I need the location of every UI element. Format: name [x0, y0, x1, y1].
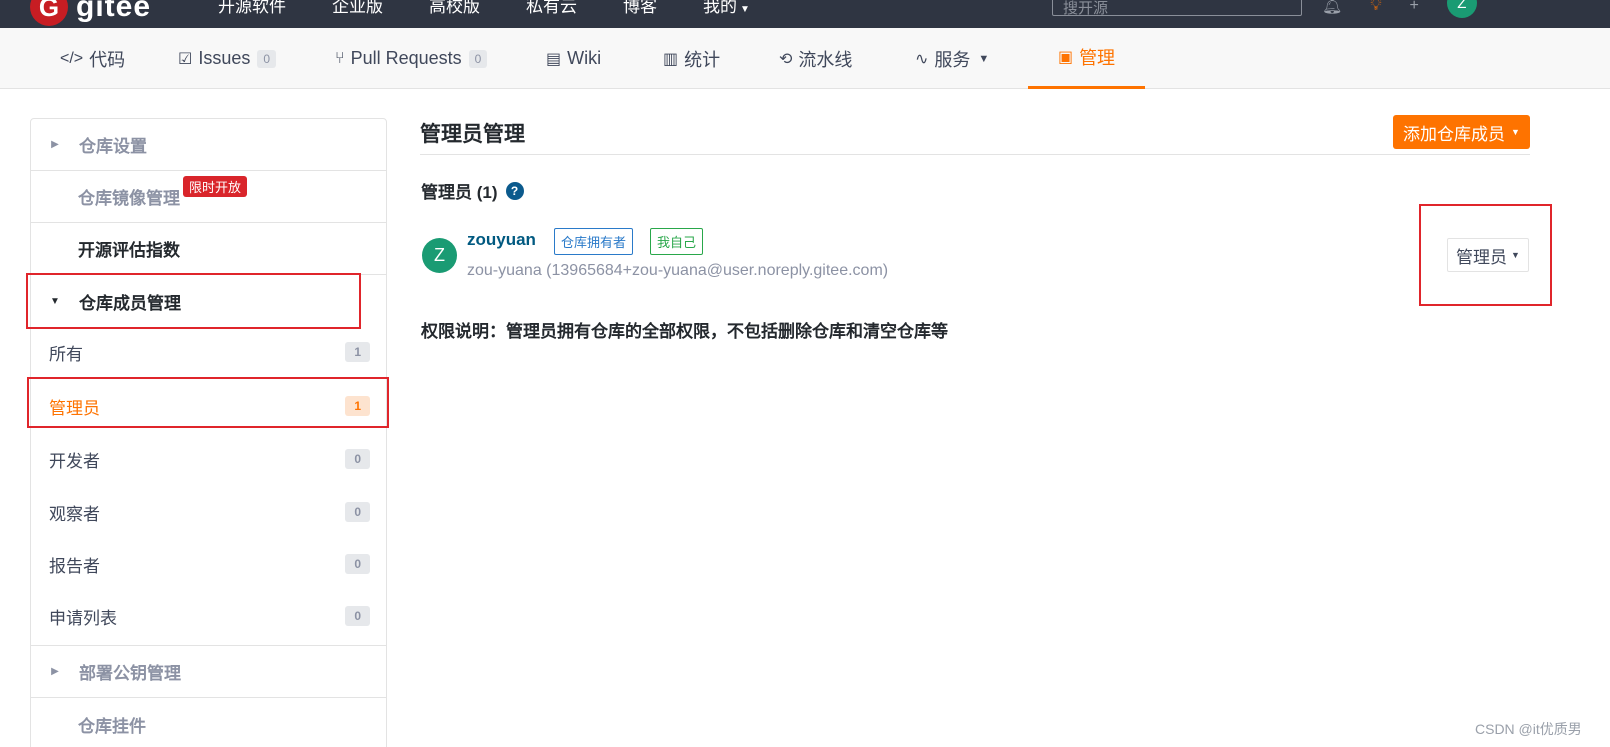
- sidebar-item-label: 开源评估指数: [78, 241, 180, 260]
- sidebar-item-reporter[interactable]: 报告者 0: [31, 537, 386, 591]
- manage-icon: ▣: [1057, 49, 1074, 66]
- page-title: 管理员管理: [420, 123, 525, 146]
- wiki-icon: ▤: [546, 50, 562, 68]
- caret-down-icon: ▼: [50, 295, 60, 307]
- permission-note: 权限说明：管理员拥有仓库的全部权限，不包括删除仓库和清空仓库等: [421, 322, 948, 341]
- tab-pipeline-label: 流水线: [798, 49, 853, 70]
- sidebar-item-label: 管理员: [49, 398, 100, 418]
- sidebar-item-label: 报告者: [49, 556, 100, 576]
- sidebar-item-widgets[interactable]: 仓库挂件: [31, 698, 386, 747]
- issues-icon: ☑: [178, 50, 193, 68]
- sidebar-group-label: 部署公钥管理: [79, 664, 181, 683]
- gitee-logo-text: gitee: [76, 0, 152, 23]
- top-navbar: G gitee 开源软件 企业版 高校版 私有云 博客 我的 ▼ 搜开源 🔔︎ 💡…: [0, 0, 1610, 28]
- tab-pull-requests-count: 0: [468, 49, 488, 68]
- tab-code-label: 代码: [89, 49, 126, 70]
- nav-enterprise[interactable]: 企业版: [332, 0, 383, 17]
- admin-section-title: 管理员 (1) ?: [421, 178, 524, 203]
- add-member-button-label: 添加仓库成员: [1403, 124, 1505, 144]
- stats-icon: ▥: [663, 50, 679, 68]
- owner-tag: 仓库拥有者: [554, 228, 634, 255]
- sidebar-item-label: 仓库镜像管理: [78, 189, 180, 208]
- top-nav-links: 开源软件 企业版 高校版 私有云 博客 我的 ▼: [218, 0, 750, 17]
- lightbulb-icon[interactable]: 💡︎: [1370, 0, 1381, 15]
- tab-pull-requests-label: Pull Requests: [350, 48, 462, 68]
- top-icons: 🔔︎ 💡︎ + Z: [1322, 0, 1477, 18]
- pull-request-icon: ⑂: [335, 49, 345, 67]
- tab-pull-requests[interactable]: ⑂ Pull Requests 0: [335, 28, 488, 89]
- tab-wiki-label: Wiki: [567, 48, 602, 68]
- sidebar-group-deploy-keys[interactable]: ▶ 部署公钥管理: [31, 646, 386, 698]
- tab-manage[interactable]: ▣ 管理: [1028, 28, 1145, 89]
- sidebar-item-observer[interactable]: 观察者 0: [31, 485, 386, 539]
- add-member-button[interactable]: 添加仓库成员 ▼: [1393, 115, 1530, 149]
- sidebar-group-label: 仓库成员管理: [79, 293, 181, 313]
- nav-private-cloud[interactable]: 私有云: [526, 0, 577, 17]
- caret-right-icon: ▶: [51, 139, 59, 150]
- count-badge: 0: [345, 554, 370, 574]
- help-icon[interactable]: ?: [505, 181, 524, 200]
- sidebar-item-developer[interactable]: 开发者 0: [31, 432, 386, 486]
- limited-open-badge: 限时开放: [183, 176, 248, 197]
- code-icon: </>: [60, 49, 84, 67]
- sidebar-item-admin[interactable]: 管理员 1: [31, 379, 386, 433]
- count-badge: 1: [345, 396, 370, 416]
- sidebar-group-member-manage[interactable]: ▼ 仓库成员管理: [31, 275, 386, 327]
- bell-icon[interactable]: 🔔︎: [1322, 0, 1342, 16]
- tab-issues-label: Issues: [198, 48, 251, 68]
- tab-wiki[interactable]: ▤ Wiki: [546, 28, 601, 89]
- service-icon: ∿: [915, 50, 929, 68]
- member-name-link[interactable]: zouyuan: [467, 230, 536, 250]
- sidebar-item-label: 仓库挂件: [78, 716, 146, 736]
- tab-issues[interactable]: ☑ Issues 0: [178, 28, 277, 89]
- sidebar-item-oss-index[interactable]: 开源评估指数: [31, 223, 386, 275]
- role-dropdown[interactable]: 管理员 ▼: [1447, 238, 1529, 272]
- sidebar-item-label: 观察者: [49, 504, 100, 524]
- tab-pipeline[interactable]: ⟲ 流水线: [779, 28, 852, 89]
- tab-service-label: 服务: [934, 49, 971, 70]
- gitee-logo-icon: G: [30, 0, 68, 26]
- nav-mine-label: 我的: [703, 0, 737, 16]
- member-avatar[interactable]: Z: [422, 238, 457, 273]
- count-badge: 0: [345, 606, 370, 626]
- count-badge: 0: [345, 449, 370, 469]
- watermark: CSDN @it优质男: [1475, 721, 1582, 737]
- title-divider: [420, 154, 1530, 155]
- plus-icon[interactable]: +: [1410, 0, 1419, 15]
- chevron-down-icon: ▼: [978, 52, 990, 65]
- sidebar-item-label: 申请列表: [49, 608, 117, 628]
- sidebar-group-label: 仓库设置: [79, 137, 147, 156]
- sidebar-item-label: 所有: [49, 344, 83, 364]
- user-avatar[interactable]: Z: [1446, 0, 1477, 18]
- nav-education[interactable]: 高校版: [429, 0, 480, 17]
- count-badge: 0: [345, 502, 370, 522]
- top-search-input[interactable]: 搜开源: [1052, 0, 1302, 17]
- admin-section-label: 管理员 (1): [421, 183, 498, 202]
- gitee-logo[interactable]: G gitee: [30, 0, 151, 26]
- nav-mine[interactable]: 我的 ▼: [703, 0, 750, 17]
- sidebar-item-all[interactable]: 所有 1: [31, 325, 386, 379]
- tab-stats[interactable]: ▥ 统计: [663, 28, 720, 89]
- caret-right-icon: ▶: [51, 666, 59, 677]
- chevron-down-icon: ▼: [1511, 250, 1520, 260]
- tab-manage-label: 管理: [1079, 48, 1116, 68]
- tab-service[interactable]: ∿ 服务 ▼: [915, 28, 989, 89]
- tab-code[interactable]: </> 代码: [60, 28, 125, 89]
- chevron-down-icon: ▼: [740, 4, 750, 15]
- sidebar-group-repo-settings[interactable]: ▶ 仓库设置: [31, 119, 386, 171]
- member-email: zou-yuana (13965684+zou-yuana@user.norep…: [467, 262, 889, 279]
- nav-blog[interactable]: 博客: [623, 0, 657, 17]
- sidebar-item-applications[interactable]: 申请列表 0: [31, 589, 386, 643]
- role-dropdown-value: 管理员: [1456, 247, 1507, 267]
- tab-issues-count: 0: [257, 49, 277, 68]
- sidebar-item-label: 开发者: [49, 451, 100, 471]
- chevron-down-icon: ▼: [1511, 127, 1520, 137]
- tab-stats-label: 统计: [684, 49, 721, 70]
- count-badge: 1: [345, 342, 370, 362]
- settings-sidebar: ▶ 仓库设置 仓库镜像管理 限时开放 开源评估指数 ▼ 仓库成员管理 所有 1 …: [30, 118, 387, 747]
- self-tag: 我自己: [650, 228, 704, 255]
- pipeline-icon: ⟲: [779, 50, 793, 68]
- nav-open-source[interactable]: 开源软件: [218, 0, 286, 17]
- repo-tab-bar: </> 代码 ☑ Issues 0 ⑂ Pull Requests 0 ▤ Wi…: [0, 28, 1610, 89]
